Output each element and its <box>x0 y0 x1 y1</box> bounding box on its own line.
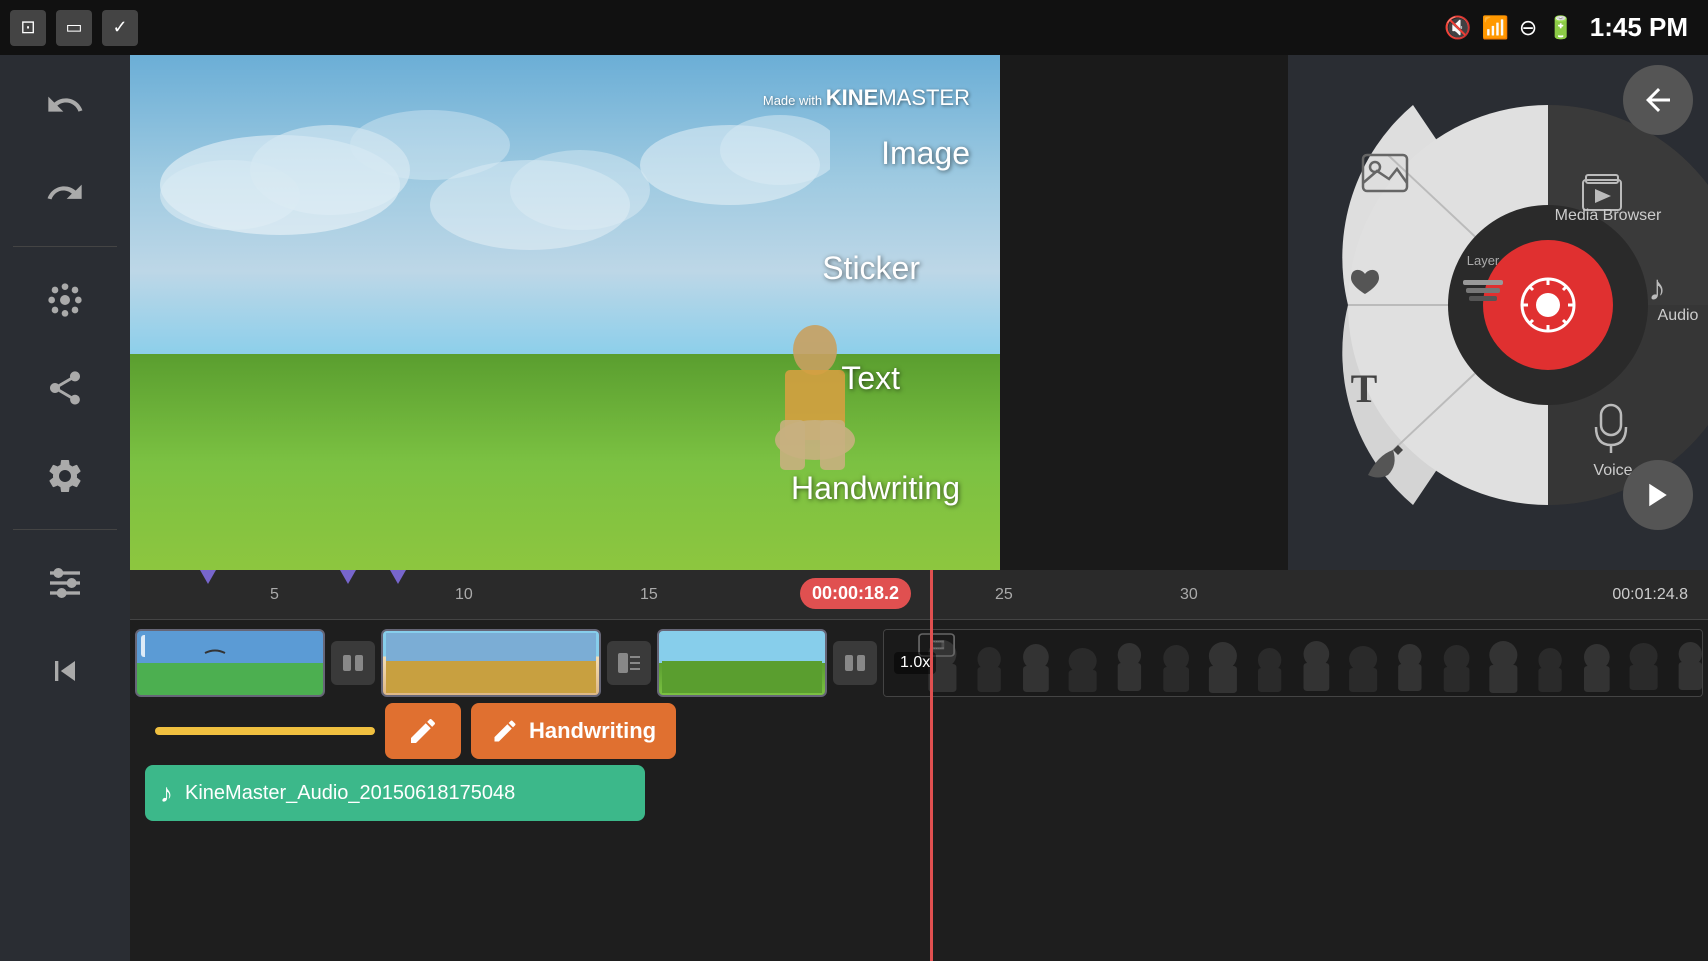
redo-icon <box>45 173 85 213</box>
audio-label: Audio <box>1658 307 1699 324</box>
reel-thumbnails: 🎞 <box>884 629 1702 697</box>
audio-track-label: KineMaster_Audio_20150618175048 <box>185 782 515 805</box>
clouds <box>130 85 830 365</box>
status-bar: ⊡ ▭ ✓ 🔇 📶 ⊖ 🔋 1:45 PM <box>0 0 1708 55</box>
ruler-5: 5 <box>270 586 279 604</box>
screen-icon: ⊡ <box>10 10 46 46</box>
rewind-button[interactable] <box>25 631 105 711</box>
back-button[interactable] <box>1623 65 1693 135</box>
audio-note-icon: ♪ <box>160 778 173 809</box>
right-controls: Layer T ♪ <box>1288 55 1708 570</box>
marker-arrow-1 <box>200 570 216 584</box>
sidebar-divider-2 <box>13 529 117 530</box>
effects-icon <box>45 280 85 320</box>
watermark: Made with KINEMASTER <box>763 85 970 111</box>
timeline-tracks: 🖼 🖼 <box>130 620 1708 961</box>
handwriting-pen-icon-2 <box>491 717 519 745</box>
clip-3-thumb <box>662 633 822 693</box>
back-icon <box>1640 82 1676 118</box>
status-icons: 🔇 📶 ⊖ 🔋 <box>1444 15 1575 41</box>
transition-1[interactable] <box>331 641 375 685</box>
handwriting-row: Handwriting <box>145 703 1703 759</box>
status-left-icons: ⊡ ▭ ✓ <box>10 10 138 46</box>
transition-3[interactable] <box>833 641 877 685</box>
wifi-icon: 📶 <box>1481 15 1508 41</box>
svg-text:Layer: Layer <box>1467 253 1500 268</box>
play-icon <box>1643 480 1673 510</box>
check-icon: ✓ <box>102 10 138 46</box>
adjust-icon <box>45 563 85 603</box>
settings-icon <box>45 456 85 496</box>
person-silhouette <box>750 320 880 480</box>
ruler-10: 10 <box>455 586 473 604</box>
current-time-badge: 00:00:18.2 <box>800 578 911 609</box>
handwriting-audio-section: Handwriting ♪ KineMaster_Audio_201506181… <box>135 703 1703 821</box>
ruler-25: 25 <box>995 586 1013 604</box>
video-reel[interactable]: 1.0x <box>883 629 1703 697</box>
watermark-master: MASTER <box>878 85 970 110</box>
timeline-ruler: 5 10 15 20 25 30 00:00:18.2 00:01:24.8 <box>130 570 1708 620</box>
svg-text:♪: ♪ <box>1648 267 1666 308</box>
handwriting-label-button[interactable]: Handwriting <box>471 703 676 759</box>
transition-icon-3 <box>843 651 867 675</box>
battery-icon: 🔋 <box>1547 15 1574 41</box>
tablet-icon: ▭ <box>56 10 92 46</box>
marker-arrow-3 <box>390 570 406 584</box>
left-sidebar <box>0 55 130 961</box>
handwriting-icon-button-1[interactable] <box>385 703 461 759</box>
undo-icon <box>45 85 85 125</box>
share-button[interactable] <box>25 348 105 428</box>
clip-1-thumb <box>145 633 315 693</box>
effects-button[interactable] <box>25 260 105 340</box>
video-clip-3[interactable]: 🖼 <box>657 629 827 697</box>
timeline: 5 10 15 20 25 30 00:00:18.2 00:01:24.8 🖼 <box>130 570 1708 961</box>
undo-button[interactable] <box>25 65 105 145</box>
marker-1 <box>200 570 216 594</box>
do-not-disturb-icon: ⊖ <box>1519 15 1537 41</box>
transition-icon-2 <box>617 651 641 675</box>
transition-icon-1 <box>341 651 365 675</box>
ruler-30: 30 <box>1180 586 1198 604</box>
video-clip-1[interactable]: 🖼 <box>135 629 325 697</box>
adjust-button[interactable] <box>25 543 105 623</box>
reel-speed: 1.0x <box>894 652 936 674</box>
preview-video: Made with KINEMASTER <box>130 55 1000 570</box>
marker-3 <box>390 570 406 594</box>
clip-2-thumb <box>386 633 596 693</box>
marker-2 <box>340 570 356 594</box>
handwriting-btn-label: Handwriting <box>529 718 656 744</box>
status-time: 1:45 PM <box>1590 12 1688 43</box>
svg-text:🎞: 🎞 <box>928 638 946 652</box>
svg-text:T: T <box>1351 366 1378 411</box>
ruler-marks: 5 10 15 20 25 30 00:00:18.2 00:01:24.8 <box>140 570 1698 619</box>
play-button[interactable] <box>1623 460 1693 530</box>
progress-bar <box>155 727 375 735</box>
ruler-15: 15 <box>640 586 658 604</box>
audio-track[interactable]: ♪ KineMaster_Audio_20150618175048 <box>145 765 645 821</box>
watermark-kine: KINE <box>826 85 879 110</box>
transition-2[interactable] <box>607 641 651 685</box>
video-track-row: 🖼 🖼 <box>135 628 1703 698</box>
redo-button[interactable] <box>25 153 105 233</box>
share-icon <box>45 368 85 408</box>
media-browser-label: Media Browser <box>1555 207 1662 224</box>
bluetooth-icon: 🔇 <box>1444 15 1471 41</box>
handwriting-pen-icon-1 <box>407 715 439 747</box>
settings-button[interactable] <box>25 436 105 516</box>
marker-arrow-2 <box>340 570 356 584</box>
watermark-made-with: Made with <box>763 93 826 108</box>
video-clip-2[interactable]: 🖼 <box>381 629 601 697</box>
sidebar-divider-1 <box>13 246 117 247</box>
rewind-icon <box>45 651 85 691</box>
end-time: 00:01:24.8 <box>1612 586 1688 604</box>
